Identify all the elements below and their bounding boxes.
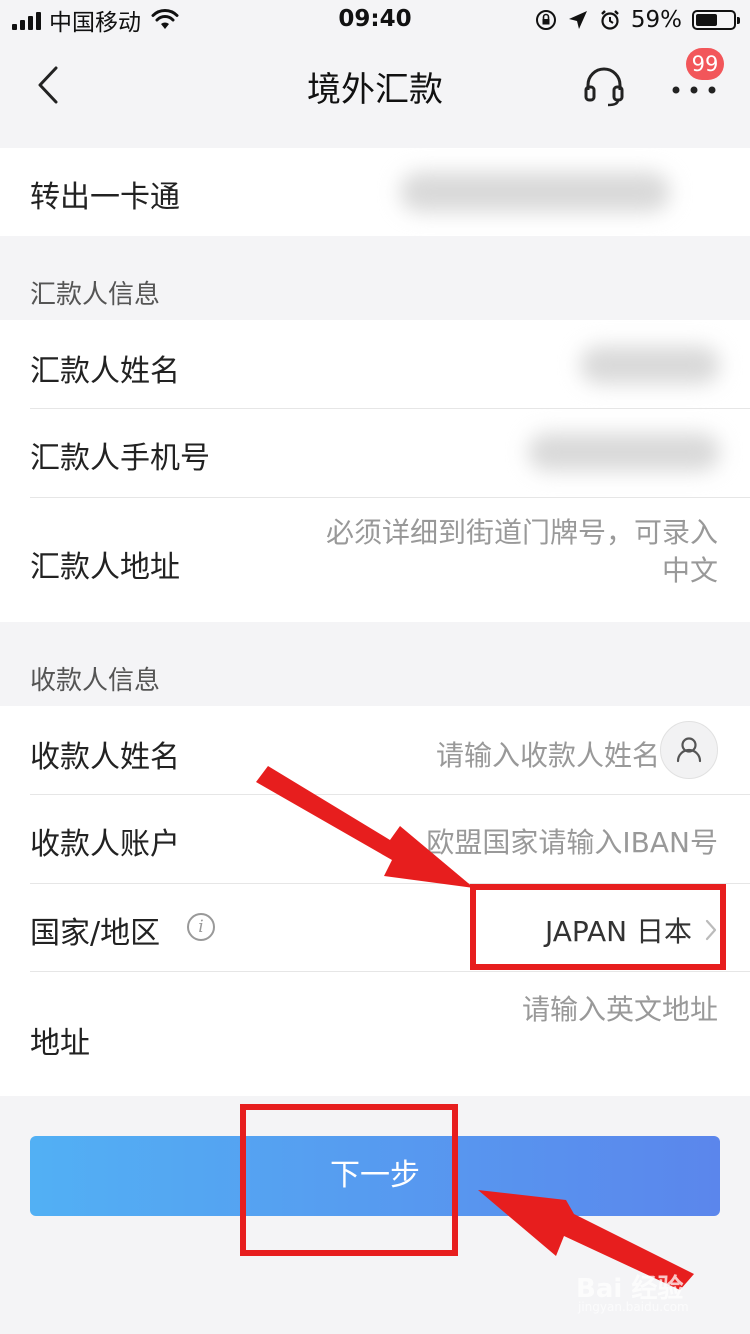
notification-badge: 99 [686,48,724,80]
location-arrow-icon [568,11,587,29]
payee-account-input[interactable]: 欧盟国家请输入IBAN号 [426,821,718,861]
remitter-phone-label: 汇款人手机号 [30,441,210,476]
payee-name-input[interactable]: 请输入收款人姓名 [436,734,660,774]
remitter-address-row[interactable]: 汇款人地址 必须详细到街道门牌号，可录入 中文 [0,498,750,622]
highlight-box-country [470,884,726,970]
remitter-address-input[interactable]: 必须详细到街道门牌号，可录入 中文 [326,514,718,590]
remitter-name-label: 汇款人姓名 [30,354,180,389]
payee-address-input[interactable]: 请输入英文地址 [522,988,718,1028]
transfer-card-panel: 转出一卡通 [0,148,750,236]
remitter-phone-row[interactable]: 汇款人手机号 [0,409,750,497]
payee-address-label: 地址 [30,1026,90,1061]
payee-name-row[interactable]: 收款人姓名 请输入收款人姓名 [0,706,750,794]
contact-picker-button[interactable] [660,721,718,779]
transfer-card-label: 转出一卡通 [30,180,180,215]
status-bar: 中国移动 09:40 59% [0,0,750,40]
payee-name-label: 收款人姓名 [30,740,180,775]
headset-icon[interactable] [582,64,626,108]
battery-icon [692,10,740,30]
payee-account-label: 收款人账户 [30,827,180,862]
info-icon[interactable]: i [187,913,215,941]
remitter-address-label: 汇款人地址 [30,550,180,585]
remitter-section-title: 汇款人信息 [30,280,161,310]
payee-section-title: 收款人信息 [30,666,161,696]
battery-percent: 59% [630,7,682,33]
highlight-box-next [240,1104,458,1256]
blurred-remitter-phone [528,433,720,471]
orientation-lock-icon [535,10,556,30]
country-label: 国家/地区 [30,916,161,951]
blurred-remitter-name [580,346,720,384]
status-right: 59% [535,6,740,34]
remitter-address-placeholder-line1: 必须详细到街道门牌号，可录入 [325,516,718,549]
nav-bar: 境外汇款 [0,40,750,130]
person-icon [676,737,702,763]
blurred-card-number [400,172,670,212]
payee-account-row[interactable]: 收款人账户 欧盟国家请输入IBAN号 [0,795,750,883]
transfer-card-row[interactable]: 转出一卡通 [0,148,750,236]
remitter-panel: 汇款人姓名 汇款人手机号 汇款人地址 必须详细到街道门牌号，可录入 中文 [0,320,750,622]
watermark-url: jingyan.baidu.com [578,1300,689,1314]
page-title: 境外汇款 [307,70,443,110]
remitter-name-row[interactable]: 汇款人姓名 [0,320,750,408]
alarm-icon [601,10,619,30]
payee-address-row[interactable]: 地址 请输入英文地址 [0,972,750,1096]
remitter-address-placeholder-line2: 中文 [661,554,718,587]
